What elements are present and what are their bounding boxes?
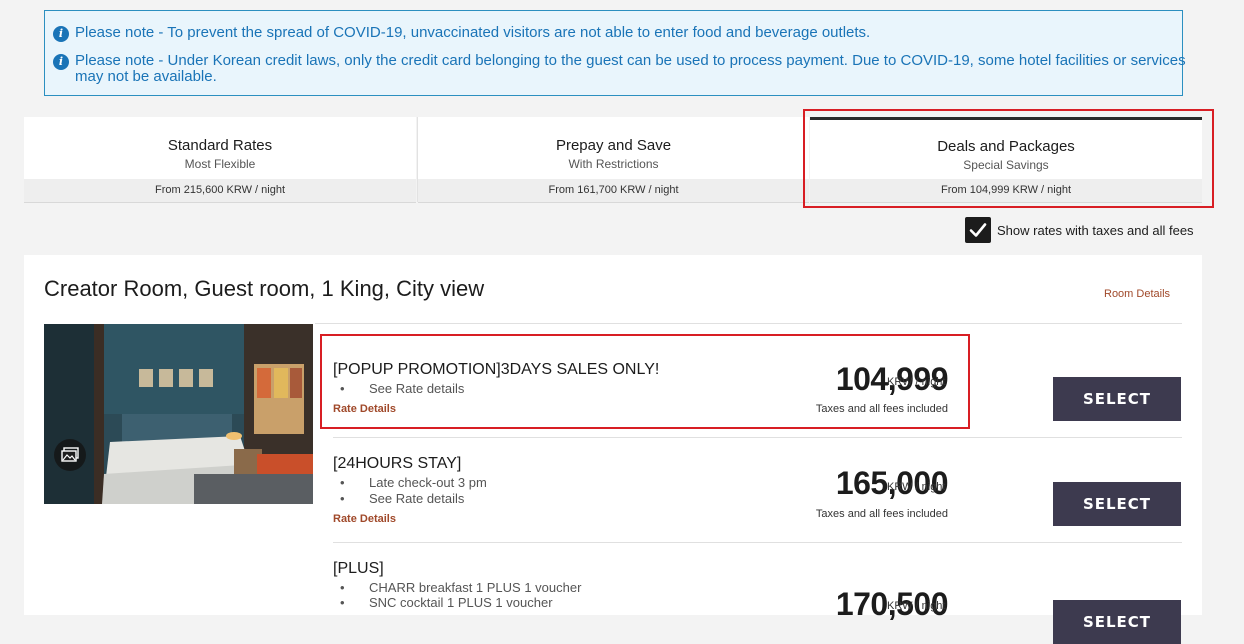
highlight-box-deals-tab [803, 109, 1214, 208]
select-button[interactable]: SELECT [1053, 600, 1181, 644]
checkmark-icon [969, 223, 987, 237]
tab-standard-rates[interactable]: Standard Rates Most Flexible From 215,60… [24, 117, 416, 203]
rate-bullet: Late check-out 3 pm [340, 475, 487, 490]
room-title: Creator Room, Guest room, 1 King, City v… [44, 276, 485, 301]
covid-notice-box: i Please note - To prevent the spread of… [44, 10, 1186, 96]
tax-note: Taxes and all fees included [815, 508, 948, 520]
rate-bullet: SNC cocktail 1 PLUS 1 voucher [340, 595, 553, 610]
gallery-button[interactable] [54, 439, 86, 471]
tab-from-price: From 215,600 KRW / night [24, 179, 416, 203]
rate-name: [24HOURS STAY] [333, 455, 462, 472]
highlight-box-promotion [320, 334, 970, 429]
divider [333, 542, 1182, 543]
taxes-checkbox[interactable] [965, 217, 991, 243]
notice-credit-card: i Please note - Under Korean credit laws… [53, 53, 1190, 85]
info-icon: i [53, 26, 69, 42]
room-details-link[interactable]: Room Details [1104, 288, 1170, 300]
gallery-icon [61, 447, 79, 462]
room-photo[interactable] [44, 324, 313, 504]
tab-subtitle: Most Flexible [184, 157, 256, 171]
info-icon: i [53, 54, 69, 70]
tab-name: Prepay and Save [555, 137, 672, 154]
notice-vaccination: i Please note - To prevent the spread of… [53, 25, 1190, 42]
tab-from-price: From 161,700 KRW / night [418, 179, 809, 203]
divider [315, 323, 1182, 324]
select-button[interactable]: SELECT [1053, 377, 1181, 421]
rate-bullet: CHARR breakfast 1 PLUS 1 voucher [340, 580, 581, 595]
rate-details-link[interactable]: Rate Details [333, 513, 396, 525]
rate-name: [PLUS] [333, 560, 384, 577]
select-button[interactable]: SELECT [1053, 482, 1181, 526]
notice-text: Please note - Under Korean credit laws, … [75, 52, 1186, 85]
tab-subtitle: With Restrictions [568, 157, 659, 171]
divider [333, 437, 1182, 438]
rate-bullet: See Rate details [340, 491, 464, 506]
rate-unit: KRW / night [887, 600, 946, 612]
notice-text: Please note - To prevent the spread of C… [75, 24, 871, 41]
rate-unit: KRW / night [887, 481, 946, 493]
tab-name: Standard Rates [167, 137, 273, 154]
taxes-checkbox-label[interactable]: Show rates with taxes and all fees [997, 223, 1194, 238]
tab-prepay-and-save[interactable]: Prepay and Save With Restrictions From 1… [417, 117, 809, 203]
